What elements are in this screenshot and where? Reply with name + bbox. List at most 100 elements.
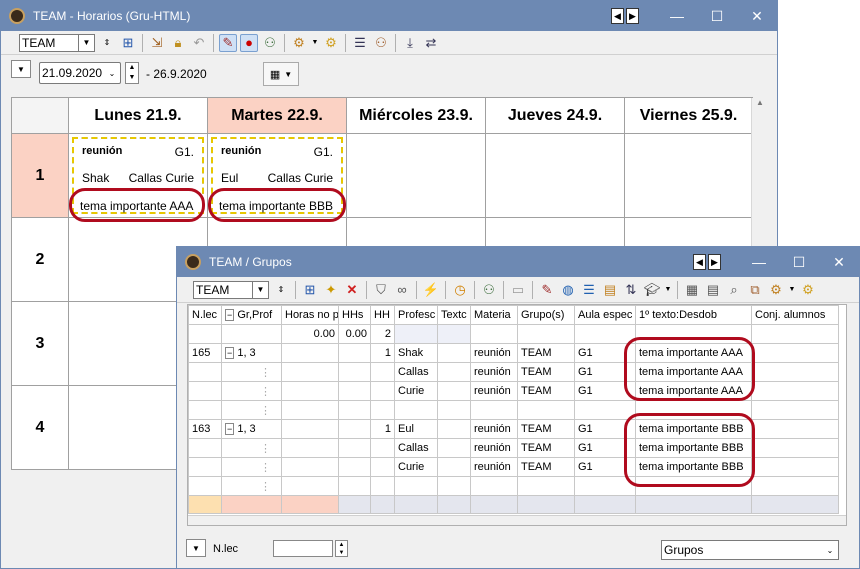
spinner-icon[interactable]: ⇕ — [272, 281, 290, 299]
horizontal-scrollbar[interactable] — [188, 515, 846, 525]
col-header[interactable]: Textc — [437, 305, 471, 325]
globe-icon[interactable]: ◍ — [559, 281, 577, 299]
wand-icon[interactable]: ⚡ — [422, 281, 440, 299]
minimize-button[interactable]: — — [657, 8, 697, 24]
people-icon[interactable]: ⚇ — [480, 281, 498, 299]
calendar-icon[interactable]: ▦ ▼ — [263, 62, 299, 86]
date-from-value: 21.09.2020 — [42, 66, 103, 80]
toolbar-separator — [416, 280, 417, 299]
element-combo[interactable]: TEAM ▼ — [19, 33, 95, 52]
maximize-button[interactable]: ☐ — [697, 8, 737, 25]
day-header[interactable]: Jueves 24.9. — [485, 97, 625, 134]
new-icon[interactable]: ✦ — [322, 281, 340, 299]
new-row[interactable] — [188, 495, 839, 514]
lock-icon[interactable]: 🔒︎ — [169, 34, 187, 52]
next-arrow-icon[interactable]: ▶ — [708, 254, 721, 270]
toolbar-separator — [395, 33, 396, 52]
chevron-down-icon[interactable]: ▼ — [78, 34, 94, 51]
copy-icon[interactable]: ⧉ — [746, 281, 764, 299]
collapse-icon[interactable]: − — [225, 423, 235, 435]
gear-icon[interactable]: ⚙ — [799, 281, 817, 299]
spinner-icon[interactable]: ⇕ — [98, 34, 116, 52]
col-header[interactable]: Aula espec — [574, 305, 636, 325]
clock-icon[interactable]: ◷ — [451, 281, 469, 299]
col-header[interactable]: Profesc — [394, 305, 438, 325]
dropdown-small-icon[interactable]: ▼ — [311, 34, 319, 52]
empty-cell[interactable] — [485, 133, 625, 218]
col-header[interactable]: Conj. alumnos — [751, 305, 839, 325]
toolbar-separator — [295, 280, 296, 299]
cell-prof: Callas — [394, 438, 438, 458]
import-icon[interactable]: ⤓ — [401, 34, 419, 52]
lesson-teacher: Shak — [82, 171, 110, 185]
gear-icon[interactable]: ⚙ — [322, 34, 340, 52]
document-settings-icon[interactable]: ⚙ — [767, 281, 785, 299]
cell-nlec: 163 — [188, 419, 222, 439]
chevron-down-icon[interactable]: ⌄ — [104, 63, 120, 83]
sort-icon[interactable]: ⇅ — [622, 281, 640, 299]
people-icon[interactable]: ⚇ — [261, 34, 279, 52]
empty-cell[interactable] — [346, 133, 486, 218]
search-icon[interactable]: ⌕ — [725, 281, 743, 299]
export-icon[interactable]: ⇲ — [148, 34, 166, 52]
day-header-today[interactable]: Martes 22.9. — [207, 97, 347, 134]
ruler-icon[interactable]: ▤ — [601, 281, 619, 299]
scroll-up-icon[interactable]: ▲ — [752, 98, 768, 107]
pin-icon[interactable]: ● — [240, 33, 258, 52]
col-header[interactable]: Materia — [470, 305, 518, 325]
list-icon[interactable]: ☰ — [580, 281, 598, 299]
list-filter-icon[interactable]: ☰ — [351, 34, 369, 52]
col-header[interactable]: HHs — [338, 305, 371, 325]
dropdown-small-icon[interactable]: ▼ — [788, 281, 796, 299]
chevron-down-icon[interactable]: ⌄ — [822, 541, 838, 559]
chevron-down-icon[interactable]: ▼ — [252, 281, 268, 298]
col-header[interactable]: HH — [370, 305, 395, 325]
filter-icon[interactable]: ⛉ — [372, 281, 390, 299]
main-titlebar[interactable]: TEAM - Horarios (Gru-HTML) ◀ ▶ — ☐ ✕ — [1, 1, 777, 31]
grupos-titlebar[interactable]: TEAM / Grupos ◀ ▶ — ☐ ✕ — [177, 247, 859, 277]
calculator-icon[interactable]: ▦ — [683, 281, 701, 299]
monitor-icon[interactable]: ▭ — [509, 281, 527, 299]
cell-materia: reunión — [470, 457, 518, 477]
graduation-icon[interactable]: 🎓︎ — [643, 281, 661, 299]
date-from-picker[interactable]: 21.09.2020 ⌄ — [39, 62, 121, 84]
col-header[interactable]: N.lec — [188, 305, 222, 325]
collapse-icon[interactable]: − — [225, 309, 235, 321]
day-header[interactable]: Lunes 21.9. — [68, 97, 208, 134]
view-select[interactable]: Grupos ⌄ — [661, 540, 839, 560]
grid-move-icon[interactable]: ⊞ — [301, 281, 319, 299]
collapse-icon[interactable]: − — [225, 347, 235, 359]
day-header[interactable]: Viernes 25.9. — [624, 97, 753, 134]
next-arrow-icon[interactable]: ▶ — [626, 8, 639, 24]
close-button[interactable]: ✕ — [819, 254, 859, 271]
prev-arrow-icon[interactable]: ◀ — [611, 8, 624, 24]
close-button[interactable]: ✕ — [737, 8, 777, 25]
report-icon[interactable]: ▤ — [704, 281, 722, 299]
col-header[interactable]: Grupo(s) — [517, 305, 575, 325]
nlec-input[interactable] — [273, 540, 333, 557]
undo-icon[interactable]: ↶ — [190, 34, 208, 52]
group-icon[interactable]: ⚇ — [372, 34, 390, 52]
col-header[interactable]: 1º texto:Desdob — [635, 305, 752, 325]
grid-move-icon[interactable]: ⊞ — [119, 34, 137, 52]
empty-cell[interactable] — [624, 133, 753, 218]
date-spinner[interactable]: ▲ ▼ — [125, 62, 139, 84]
day-header[interactable]: Miércoles 23.9. — [346, 97, 486, 134]
collapse-button[interactable]: ▼ — [11, 60, 31, 78]
col-header[interactable]: Horas no p — [281, 305, 339, 325]
prev-arrow-icon[interactable]: ◀ — [693, 254, 706, 270]
edit-brush-icon[interactable]: ✎ — [219, 33, 237, 52]
transfer-icon[interactable]: ⇄ — [422, 34, 440, 52]
dropdown-small-icon[interactable]: ▼ — [664, 281, 672, 299]
delete-icon[interactable]: ✕ — [343, 281, 361, 299]
link-icon[interactable]: ∞ — [393, 281, 411, 299]
nlec-spinner[interactable]: ▲ ▼ — [335, 540, 348, 557]
maximize-button[interactable]: ☐ — [779, 254, 819, 271]
footer-label: N.lec — [213, 543, 239, 555]
document-settings-icon[interactable]: ⚙ — [290, 34, 308, 52]
collapse-button[interactable]: ▼ — [186, 539, 206, 557]
element-combo[interactable]: TEAM ▼ — [193, 280, 269, 299]
edit-brush-icon[interactable]: ✎ — [538, 281, 556, 299]
col-header[interactable]: − Gr,Prof — [221, 305, 282, 325]
minimize-button[interactable]: — — [739, 254, 779, 270]
